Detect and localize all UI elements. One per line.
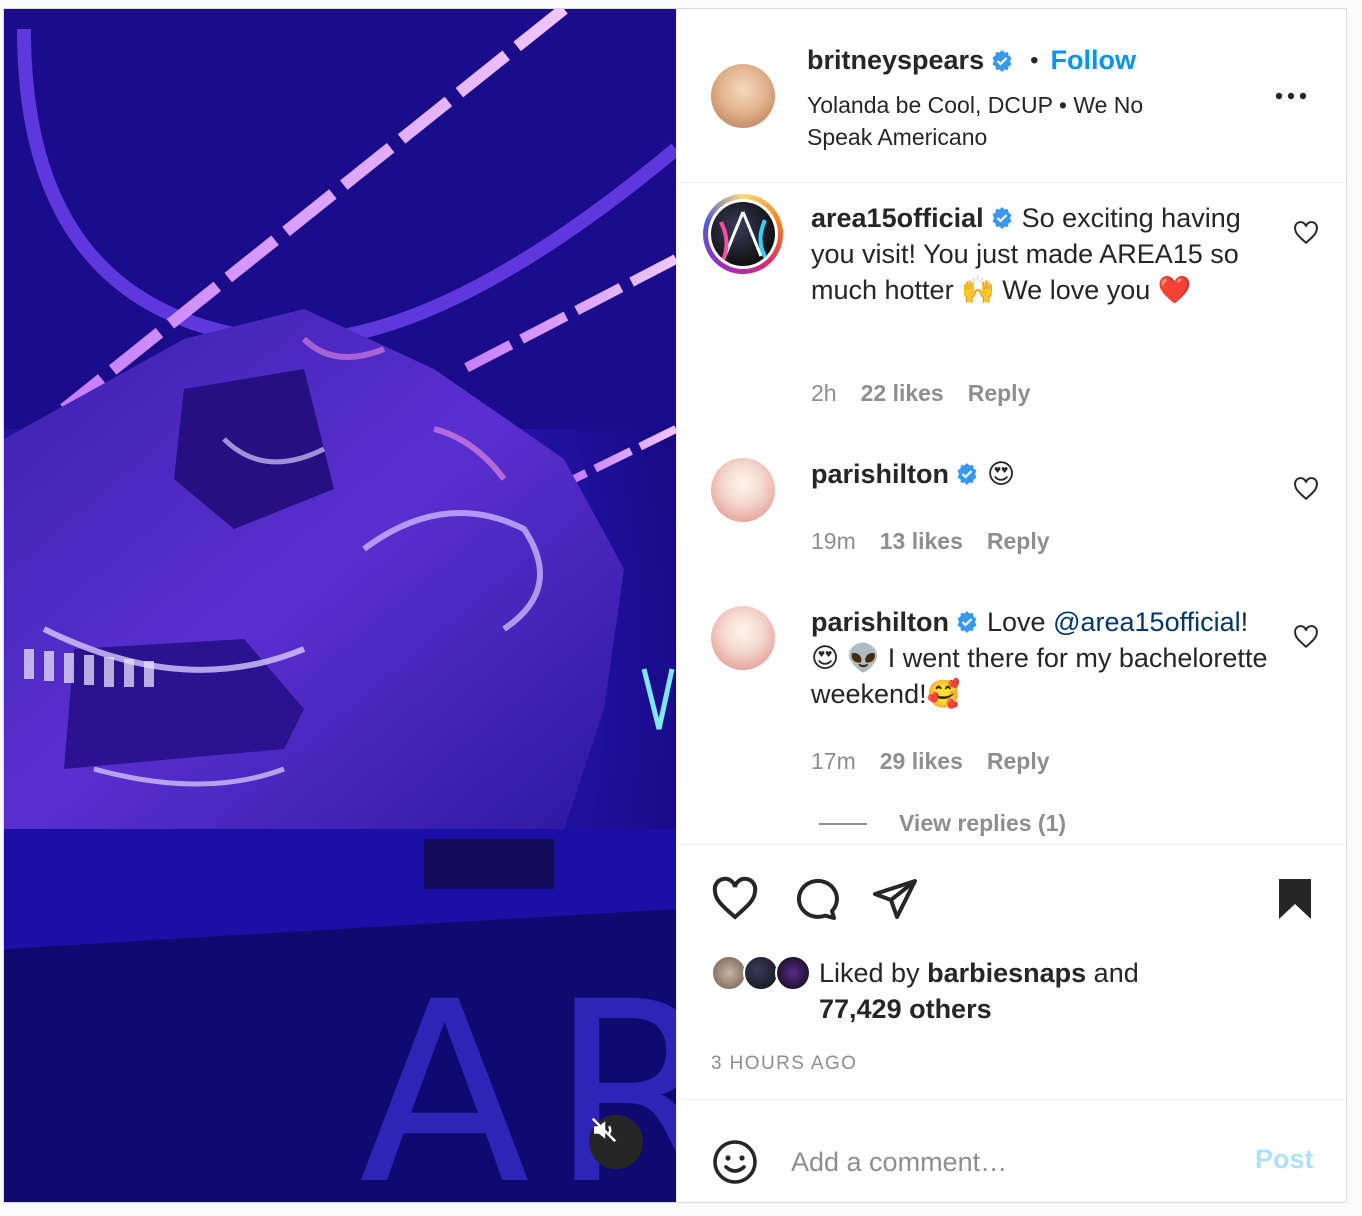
comment-meta: 19m 13 likes Reply — [811, 528, 1050, 555]
comment-time[interactable]: 19m — [811, 528, 856, 555]
smiley-icon[interactable] — [711, 1138, 759, 1186]
audio-subtitle[interactable]: Yolanda be Cool, DCUP • We No Speak Amer… — [807, 89, 1207, 153]
comment-likes[interactable]: 22 likes — [861, 380, 944, 407]
post-timestamp[interactable]: 3 HOURS AGO — [711, 1053, 857, 1075]
reply-button[interactable]: Reply — [987, 528, 1050, 555]
heart-icon[interactable] — [711, 875, 759, 923]
comment-username[interactable]: area15official — [811, 203, 984, 233]
author-avatar[interactable] — [711, 64, 775, 128]
comments-list[interactable]: area15official So exciting having you vis… — [677, 184, 1347, 844]
comment-mention-link[interactable]: @area15official — [1053, 607, 1241, 637]
comment-text-prefix: Love — [987, 607, 1046, 637]
area15-logo-icon — [719, 211, 769, 262]
more-options-icon[interactable] — [1271, 81, 1311, 111]
comment-bubble-icon[interactable] — [791, 875, 839, 923]
follow-button[interactable]: Follow — [1051, 45, 1136, 76]
comment-input[interactable] — [791, 1140, 1221, 1184]
liked-by-others[interactable]: 77,429 others — [819, 994, 992, 1024]
verified-badge-icon — [992, 49, 1012, 72]
post-header: britneyspears • Follow Yolanda be Cool, … — [677, 9, 1347, 183]
verified-badge-icon — [957, 611, 977, 633]
comment-username[interactable]: parishilton — [811, 459, 949, 489]
comment-likes[interactable]: 29 likes — [880, 748, 963, 775]
view-replies-label: View replies (1) — [899, 810, 1067, 836]
comment-meta: 17m 29 likes Reply — [811, 748, 1050, 775]
verified-badge-icon — [957, 463, 977, 485]
paper-plane-icon[interactable] — [871, 875, 919, 923]
speaker-muted-icon — [591, 1117, 617, 1143]
liked-by-text: Liked by barbiesnaps and 77,429 others — [819, 955, 1239, 1027]
post-details-panel: britneyspears • Follow Yolanda be Cool, … — [676, 9, 1347, 1202]
verified-badge-icon — [992, 207, 1012, 229]
media-watermark-text: ARE — [359, 948, 676, 1203]
liked-by-middle: and — [1093, 958, 1139, 988]
liked-by-user[interactable]: barbiesnaps — [927, 958, 1086, 988]
view-replies-line — [819, 822, 867, 825]
post-video[interactable]: ARE — [4, 9, 676, 1202]
liked-by-prefix: Liked by — [819, 958, 920, 988]
heart-icon[interactable] — [1293, 220, 1319, 246]
comment-body: area15official So exciting having you vis… — [811, 200, 1281, 308]
bookmark-icon[interactable] — [1271, 875, 1319, 923]
author-row: britneyspears • Follow — [807, 45, 1136, 76]
author-username[interactable]: britneyspears — [807, 45, 984, 76]
post-modal: ARE britneyspears • Follow Yolanda be Co… — [3, 8, 1347, 1203]
view-replies-button[interactable]: View replies (1) — [819, 810, 1066, 837]
header-separator: • — [1030, 46, 1039, 74]
comment-body: parishilton Love @area15official! 😍 👽 I w… — [811, 604, 1281, 712]
comment-text: 😍 — [987, 459, 1016, 489]
heart-icon[interactable] — [1293, 624, 1319, 650]
comment-time[interactable]: 17m — [811, 748, 856, 775]
reply-button[interactable]: Reply — [968, 380, 1031, 407]
comment-username[interactable]: parishilton — [811, 607, 949, 637]
comment-body: parishilton 😍 — [811, 456, 1281, 492]
heart-icon[interactable] — [1293, 476, 1319, 502]
reply-button[interactable]: Reply — [987, 748, 1050, 775]
parishilton-avatar[interactable] — [711, 458, 775, 522]
mute-toggle-button[interactable] — [589, 1115, 643, 1169]
comment-likes[interactable]: 13 likes — [880, 528, 963, 555]
comment-time[interactable]: 2h — [811, 380, 837, 407]
post-comment-button[interactable]: Post — [1255, 1144, 1314, 1175]
liker-avatar — [711, 955, 747, 991]
comment-meta: 2h 22 likes Reply — [811, 380, 1030, 407]
liker-avatar — [775, 955, 811, 991]
parishilton-avatar[interactable] — [711, 606, 775, 670]
liker-avatar — [743, 955, 779, 991]
post-actions: Liked by barbiesnaps and 77,429 others 3… — [677, 844, 1347, 1104]
add-comment-bar: Post — [677, 1099, 1347, 1202]
area15-avatar-ring[interactable] — [703, 194, 783, 274]
